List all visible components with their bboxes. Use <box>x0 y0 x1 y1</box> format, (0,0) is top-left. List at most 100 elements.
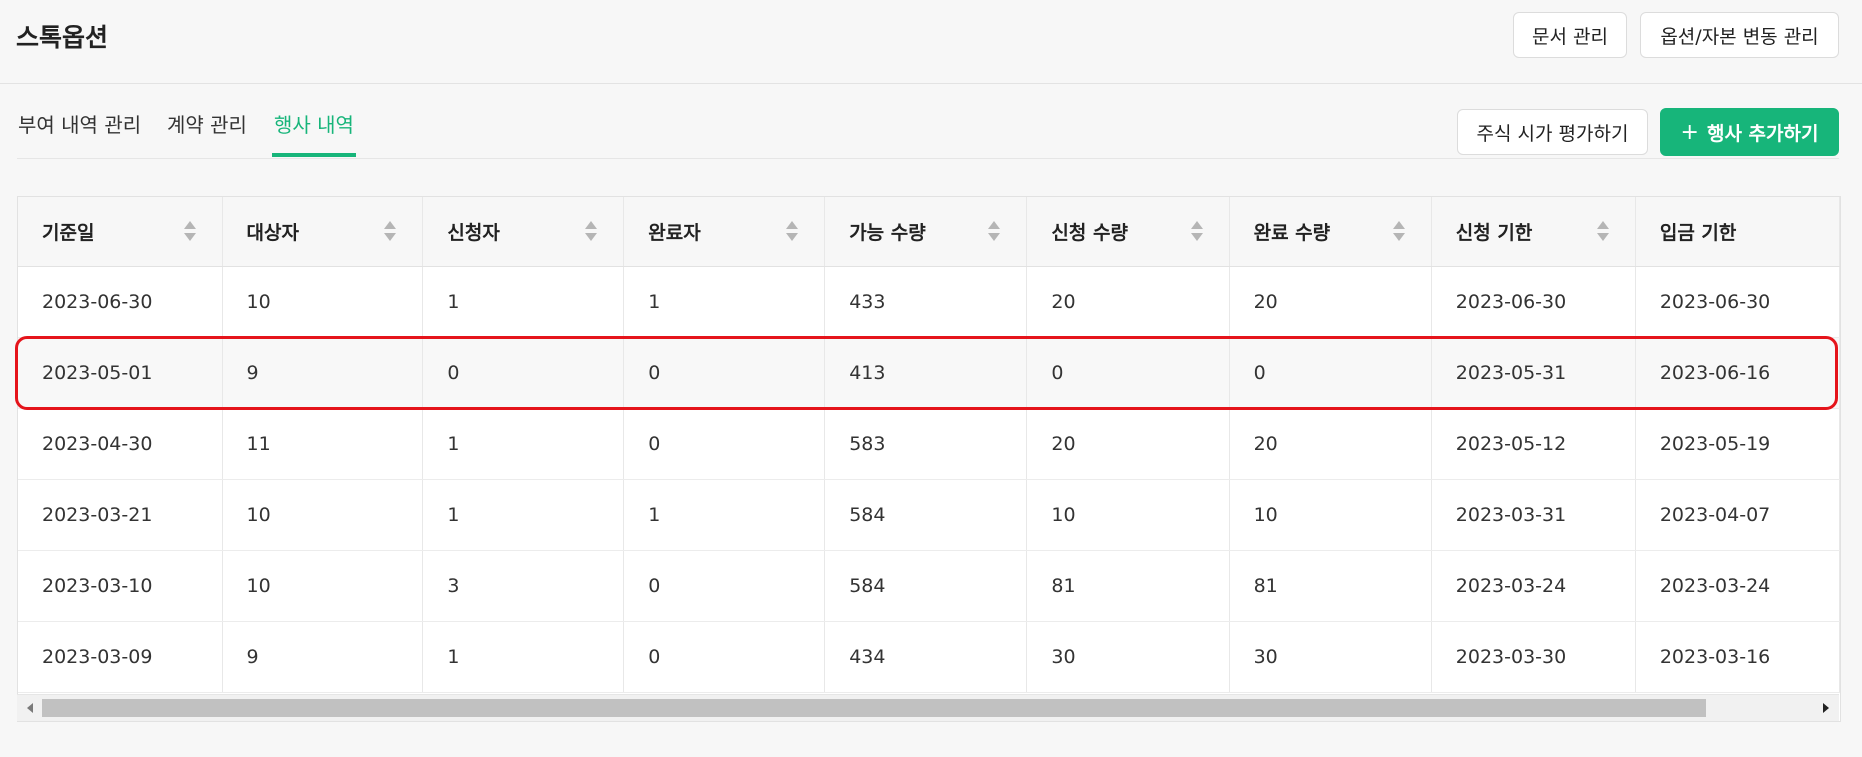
column-label: 대상자 <box>246 221 299 244</box>
table-cell: 9 <box>222 337 424 409</box>
table-cell: 1 <box>422 408 625 480</box>
column-header[interactable]: 입금 기한 <box>1635 197 1840 267</box>
page-title: 스톡옵션 <box>16 23 109 52</box>
table-cell: 0 <box>623 408 826 480</box>
table-cell: 10 <box>222 550 424 622</box>
table-cell: 30 <box>1229 621 1432 693</box>
table-cell: 1 <box>422 621 625 693</box>
column-header[interactable]: 가능 수량 <box>824 197 1028 267</box>
table-cell: 11 <box>222 408 424 480</box>
table-cell: 2023-06-30 <box>1635 266 1840 338</box>
table-row[interactable]: 2023-06-30 10 1 1 433 20 20 2023-06-30 2… <box>18 266 1840 338</box>
table-cell: 10 <box>1026 479 1230 551</box>
scroll-right-arrow-icon[interactable] <box>1823 703 1829 713</box>
table-cell: 0 <box>623 550 826 622</box>
add-exercise-button[interactable]: + 행사 추가하기 <box>1660 108 1839 156</box>
table-cell: 413 <box>824 337 1028 409</box>
table-cell: 3 <box>422 550 625 622</box>
horizontal-scrollbar[interactable] <box>17 694 1839 721</box>
sort-icon[interactable] <box>1596 221 1609 243</box>
table-cell: 2023-03-21 <box>18 479 223 551</box>
document-management-button[interactable]: 문서 관리 <box>1513 12 1627 58</box>
sort-icon[interactable] <box>988 221 1001 243</box>
table-cell: 2023-03-30 <box>1431 621 1636 693</box>
table-cell: 2023-03-31 <box>1431 479 1636 551</box>
table-cell: 10 <box>222 479 424 551</box>
table-cell: 0 <box>1026 337 1230 409</box>
column-label: 완료자 <box>648 221 701 244</box>
tab-exercise-history[interactable]: 행사 내역 <box>274 109 354 158</box>
column-header[interactable]: 완료자 <box>623 197 826 267</box>
sort-icon[interactable] <box>1190 221 1203 243</box>
table-cell: 20 <box>1229 408 1432 480</box>
table-row-highlighted[interactable]: 2023-05-01 9 0 0 413 0 0 2023-05-31 2023… <box>18 337 1840 409</box>
column-label: 신청 수량 <box>1051 221 1128 244</box>
table-row[interactable]: 2023-03-09 9 1 0 434 30 30 2023-03-30 20… <box>18 621 1840 693</box>
table-cell: 20 <box>1229 266 1432 338</box>
table-cell: 2023-04-30 <box>18 408 223 480</box>
table-cell: 2023-03-09 <box>18 621 223 693</box>
tabs-divider <box>17 158 1839 159</box>
table-cell: 81 <box>1026 550 1230 622</box>
table-cell: 2023-03-24 <box>1635 550 1840 622</box>
table-cell: 584 <box>824 479 1028 551</box>
table-row[interactable]: 2023-04-30 11 1 0 583 20 20 2023-05-12 2… <box>18 408 1840 480</box>
table-cell: 2023-06-30 <box>1431 266 1636 338</box>
sort-icon[interactable] <box>183 221 196 243</box>
table-cell: 2023-04-07 <box>1635 479 1840 551</box>
table-cell: 583 <box>824 408 1028 480</box>
column-header[interactable]: 신청 기한 <box>1431 197 1636 267</box>
option-capital-change-button[interactable]: 옵션/자본 변동 관리 <box>1640 12 1839 58</box>
column-label: 기준일 <box>42 221 95 244</box>
table-cell: 81 <box>1229 550 1432 622</box>
table-cell: 0 <box>422 337 625 409</box>
exercise-table: 기준일 대상자 신청자 완료자 가능 수량 신청 수량 완료 수량 신청 기한 … <box>17 196 1841 722</box>
table-cell: 2023-05-31 <box>1431 337 1636 409</box>
table-header-row: 기준일 대상자 신청자 완료자 가능 수량 신청 수량 완료 수량 신청 기한 … <box>18 197 1840 267</box>
table-cell: 0 <box>623 337 826 409</box>
sort-icon[interactable] <box>384 221 397 243</box>
sort-icon[interactable] <box>1392 221 1405 243</box>
scrollbar-thumb[interactable] <box>42 699 1706 717</box>
column-label: 입금 기한 <box>1659 221 1737 244</box>
table-cell: 20 <box>1026 408 1230 480</box>
column-label: 완료 수량 <box>1253 221 1331 244</box>
table-cell: 584 <box>824 550 1028 622</box>
table-cell: 0 <box>623 621 826 693</box>
table-cell: 0 <box>1229 337 1432 409</box>
column-header[interactable]: 신청자 <box>422 197 625 267</box>
column-header[interactable]: 기준일 <box>18 197 223 267</box>
table-cell: 1 <box>422 266 625 338</box>
table-cell: 30 <box>1026 621 1230 693</box>
sort-icon[interactable] <box>585 221 598 243</box>
active-tab-indicator <box>272 153 356 157</box>
add-exercise-label: 행사 추가하기 <box>1706 122 1819 145</box>
table-cell: 2023-05-01 <box>18 337 223 409</box>
column-header[interactable]: 대상자 <box>222 197 424 267</box>
table-cell: 2023-03-16 <box>1635 621 1840 693</box>
table-cell: 2023-05-12 <box>1431 408 1636 480</box>
column-header[interactable]: 완료 수량 <box>1229 197 1432 267</box>
table-row[interactable]: 2023-03-10 10 3 0 584 81 81 2023-03-24 2… <box>18 550 1840 622</box>
table-cell: 2023-06-16 <box>1635 337 1840 409</box>
table-cell: 20 <box>1026 266 1230 338</box>
scroll-left-arrow-icon[interactable] <box>27 703 33 713</box>
table-cell: 2023-05-19 <box>1635 408 1840 480</box>
column-header[interactable]: 신청 수량 <box>1026 197 1230 267</box>
table-cell: 434 <box>824 621 1028 693</box>
table-cell: 9 <box>222 621 424 693</box>
tab-grant-history[interactable]: 부여 내역 관리 <box>18 109 141 158</box>
stock-valuation-button[interactable]: 주식 시가 평가하기 <box>1457 109 1648 155</box>
table-cell: 2023-06-30 <box>18 266 223 338</box>
tab-contract-management[interactable]: 계약 관리 <box>167 109 247 158</box>
plus-icon: + <box>1680 119 1699 145</box>
table-cell: 2023-03-24 <box>1431 550 1636 622</box>
column-label: 신청 기한 <box>1455 221 1533 244</box>
table-row[interactable]: 2023-03-21 10 1 1 584 10 10 2023-03-31 2… <box>18 479 1840 551</box>
page-header: 스톡옵션 문서 관리 옵션/자본 변동 관리 <box>0 0 1862 84</box>
table-cell: 1 <box>623 266 826 338</box>
table-cell: 1 <box>623 479 826 551</box>
table-cell: 2023-03-10 <box>18 550 223 622</box>
sort-icon[interactable] <box>786 221 799 243</box>
table-cell: 10 <box>222 266 424 338</box>
